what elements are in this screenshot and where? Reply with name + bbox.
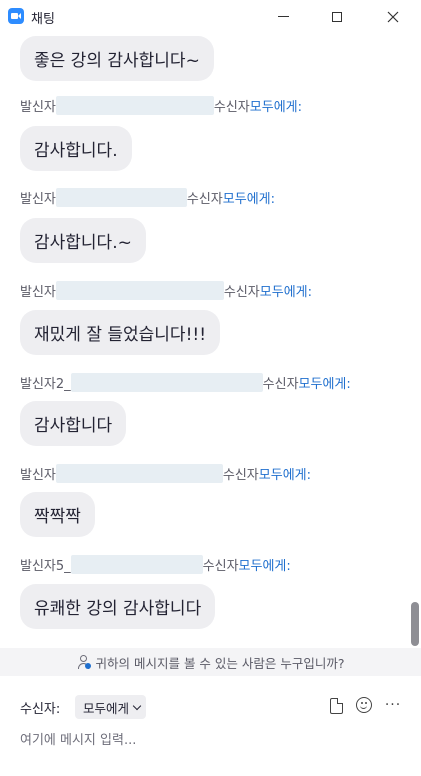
sender-label: 발신자 xyxy=(20,468,56,483)
recipient-dropdown[interactable]: 모두에게 xyxy=(75,695,147,719)
recipient-label: 수신자 xyxy=(222,468,259,483)
recipient-link[interactable]: 모두에게: xyxy=(259,464,311,483)
sender-label: 발신자5_ xyxy=(20,559,71,574)
message-input[interactable] xyxy=(20,730,400,750)
minimize-button[interactable] xyxy=(260,0,306,33)
message-bubble: 감사합니다. xyxy=(20,126,132,171)
message-header: 발신자 수신자 모두에게: xyxy=(20,96,302,115)
redacted-sender-name xyxy=(55,464,223,483)
window-title: 채팅 xyxy=(31,12,55,27)
message-header: 발신자2_ 수신자 모두에게: xyxy=(20,373,351,392)
recipient-label: 수신자 xyxy=(262,377,299,392)
message-bubble: 재밌게 잘 들었습니다!!! xyxy=(20,310,221,355)
message-bubble: 감사합니다.~ xyxy=(20,218,146,263)
message-bubble: 유쾌한 강의 감사합니다 xyxy=(20,584,216,629)
person-info-icon xyxy=(77,655,91,669)
recipient-label: 수신자 xyxy=(223,285,260,300)
recipient-link[interactable]: 모두에게: xyxy=(260,281,312,300)
message-header: 발신자 수신자 모두에게: xyxy=(20,281,312,300)
composer-toolbar: 수신자: 모두에게 ··· xyxy=(0,688,421,724)
recipient-label: 수신자 xyxy=(186,192,223,207)
recipient-label: 수신자 xyxy=(202,559,239,574)
redacted-sender-name xyxy=(55,188,187,207)
maximize-icon xyxy=(332,11,342,22)
redacted-sender-name xyxy=(70,555,203,574)
message-bubble: 감사합니다 xyxy=(20,401,127,446)
chat-scrollbar[interactable] xyxy=(410,40,420,646)
chevron-down-icon xyxy=(132,701,142,710)
sender-label: 발신자2_ xyxy=(20,377,71,392)
title-bar: 채팅 xyxy=(0,0,421,33)
more-icon[interactable]: ··· xyxy=(384,697,402,713)
recipient-link[interactable]: 모두에게: xyxy=(223,188,275,207)
minimize-icon xyxy=(277,16,289,17)
close-icon xyxy=(387,11,399,22)
recipient-link[interactable]: 모두에게: xyxy=(239,555,291,574)
sender-label: 발신자 xyxy=(20,100,56,115)
sender-label: 발신자 xyxy=(20,192,56,207)
who-can-see-banner[interactable]: 귀하의 메시지를 볼 수 있는 사람은 누구입니까? xyxy=(0,648,421,676)
redacted-sender-name xyxy=(55,281,224,300)
emoji-icon[interactable] xyxy=(356,697,372,713)
redacted-sender-name xyxy=(70,373,263,392)
who-can-see-text[interactable]: 귀하의 메시지를 볼 수 있는 사람은 누구입니까? xyxy=(96,653,345,672)
message-bubble: 짝짝짝 xyxy=(20,492,95,537)
chat-message-list[interactable]: 좋은 강의 감사합니다~ 발신자 수신자 모두에게: 감사합니다. 발신자 수신… xyxy=(0,33,421,646)
message-header: 발신자 수신자 모두에게: xyxy=(20,188,275,207)
message-bubble: 좋은 강의 감사합니다~ xyxy=(20,36,214,81)
recipient-dropdown-value: 모두에게 xyxy=(83,700,130,716)
close-button[interactable] xyxy=(370,0,416,33)
redacted-sender-name xyxy=(55,96,214,115)
scrollbar-thumb[interactable] xyxy=(411,602,419,646)
recipient-label: 수신자 xyxy=(213,100,250,115)
file-icon[interactable] xyxy=(330,698,343,714)
maximize-button[interactable] xyxy=(314,0,360,33)
sender-label: 발신자 xyxy=(20,285,56,300)
zoom-video-icon xyxy=(8,8,24,24)
recipient-link[interactable]: 모두에게: xyxy=(250,96,302,115)
to-label: 수신자: xyxy=(20,702,61,717)
message-header: 발신자5_ 수신자 모두에게: xyxy=(20,555,291,574)
message-header: 발신자 수신자 모두에게: xyxy=(20,464,311,483)
recipient-link[interactable]: 모두에게: xyxy=(299,373,351,392)
